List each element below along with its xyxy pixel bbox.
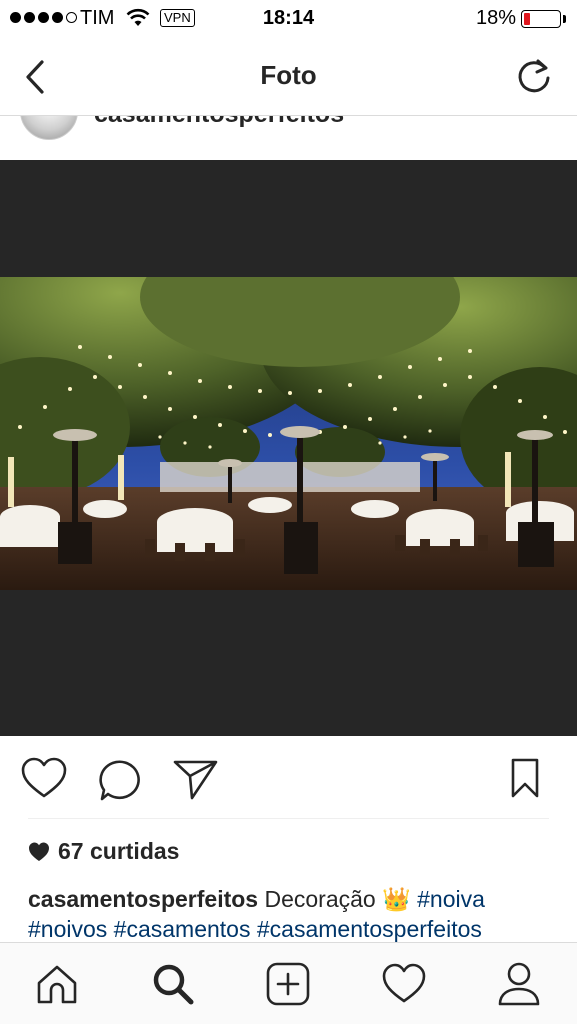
battery-icon xyxy=(521,10,561,28)
tab-bar xyxy=(0,942,577,1024)
post-caption: casamentosperfeitos Decoração 👑 #noiva #… xyxy=(28,884,558,944)
likes-count[interactable]: 67 curtidas xyxy=(28,838,179,865)
caption-username[interactable]: casamentosperfeitos xyxy=(28,886,258,912)
add-post-icon[interactable] xyxy=(265,961,311,1007)
avatar[interactable] xyxy=(20,116,78,140)
crown-emoji: 👑 xyxy=(382,886,411,912)
hashtag-link[interactable]: #casamentosperfeitos xyxy=(257,916,482,942)
battery-nub xyxy=(563,15,566,23)
search-icon[interactable] xyxy=(150,961,196,1007)
caption-text: Decoração xyxy=(264,886,376,912)
likes-label: 67 curtidas xyxy=(58,838,180,864)
hashtag-link[interactable]: #noivos xyxy=(28,916,107,942)
heart-icon[interactable] xyxy=(20,756,68,802)
profile-icon[interactable] xyxy=(496,961,542,1007)
refresh-icon[interactable] xyxy=(514,56,554,96)
battery-percent: 18% xyxy=(476,7,517,29)
hashtag-link[interactable]: #casamentos xyxy=(114,916,251,942)
post-username[interactable]: casamentosperfeitos xyxy=(94,116,344,129)
comment-icon[interactable] xyxy=(96,756,144,802)
navigation-bar: Foto xyxy=(0,38,577,116)
page-title: Foto xyxy=(260,60,317,90)
send-icon[interactable] xyxy=(172,756,220,802)
heart-filled-icon xyxy=(29,842,49,861)
post-photo-container[interactable] xyxy=(0,160,577,736)
home-icon[interactable] xyxy=(34,961,80,1007)
status-bar: TIM VPN 18:14 18% xyxy=(0,0,577,38)
post-photo[interactable] xyxy=(0,277,577,590)
bookmark-icon[interactable] xyxy=(510,756,540,802)
battery-fill xyxy=(524,13,530,25)
divider xyxy=(28,818,549,819)
post-actions xyxy=(0,736,577,818)
hashtag-link[interactable]: #noiva xyxy=(417,886,485,912)
activity-heart-icon[interactable] xyxy=(381,961,427,1007)
post-header: casamentosperfeitos xyxy=(0,116,577,160)
